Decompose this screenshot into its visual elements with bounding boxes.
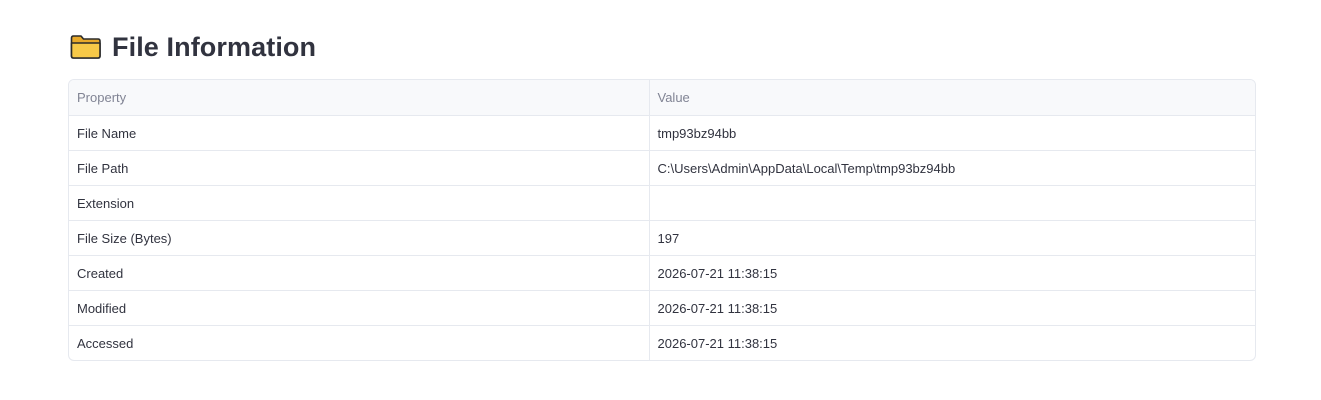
value-cell[interactable]: 2026-07-21 11:38:15: [649, 255, 1255, 291]
value-cell[interactable]: tmp93bz94bb: [649, 116, 1255, 151]
value-cell[interactable]: 197: [649, 220, 1255, 256]
property-cell[interactable]: Created: [69, 255, 650, 291]
value-cell[interactable]: 2026-07-21 11:38:15: [649, 290, 1255, 326]
property-cell[interactable]: File Name: [69, 115, 650, 151]
table-row: Created 2026-07-21 11:38:15: [69, 255, 1255, 291]
page-title: File Information: [112, 31, 317, 62]
property-cell[interactable]: File Path: [69, 150, 650, 186]
property-cell[interactable]: Accessed: [69, 325, 650, 360]
section-heading: File Information: [70, 28, 316, 66]
value-cell[interactable]: C:\Users\Admin\AppData\Local\Temp\tmp93b…: [649, 150, 1255, 186]
property-cell[interactable]: File Size (Bytes): [69, 220, 650, 256]
table-row: Accessed 2026-07-21 11:38:15: [69, 325, 1255, 360]
table-row: File Name tmp93bz94bb: [69, 115, 1255, 151]
table-header-row: Property Value: [69, 80, 1255, 116]
property-cell[interactable]: Extension: [69, 185, 650, 221]
folder-icon: [70, 34, 102, 60]
property-cell[interactable]: Modified: [69, 290, 650, 326]
value-cell[interactable]: [649, 185, 1255, 221]
value-cell[interactable]: 2026-07-21 11:38:15: [649, 325, 1255, 360]
table-row: Modified 2026-07-21 11:38:15: [69, 290, 1255, 326]
column-header-value[interactable]: Value: [649, 80, 1255, 116]
table-row: File Size (Bytes) 197: [69, 220, 1255, 256]
page: File Information Property Value File Nam…: [0, 0, 1321, 400]
table-row: File Path C:\Users\Admin\AppData\Local\Te…: [69, 150, 1255, 186]
column-header-property[interactable]: Property: [69, 80, 650, 116]
file-info-table: Property Value File Name tmp93bz94bb File …: [68, 79, 1256, 361]
table-row: Extension: [69, 185, 1255, 221]
